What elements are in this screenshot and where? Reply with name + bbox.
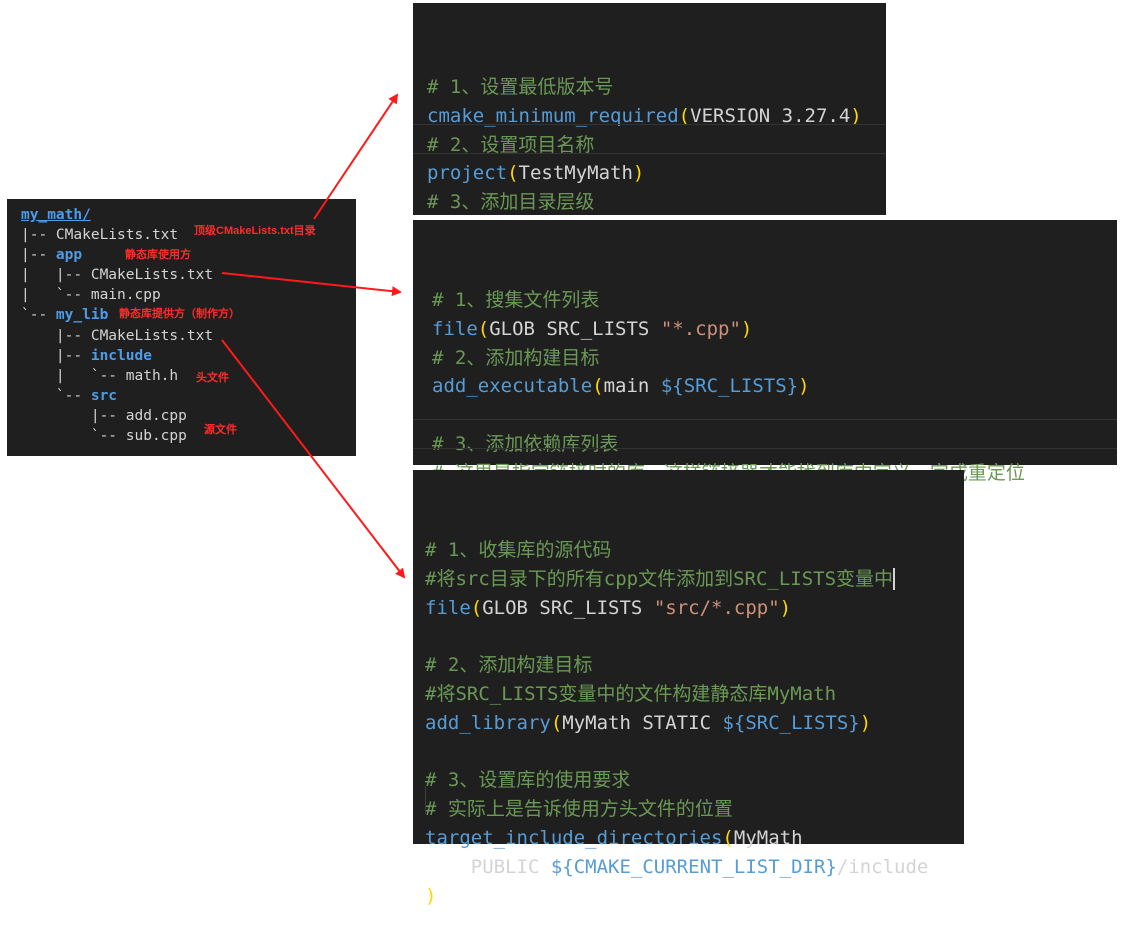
code-token: /include [836, 855, 929, 878]
arrow-to-top-cmakelists [313, 93, 399, 220]
code-line: ) [425, 882, 964, 911]
code-token: PUBLIC [425, 855, 551, 878]
arrow-to-lib-cmakelists [221, 339, 406, 579]
arrow-to-app-cmakelists [221, 272, 402, 297]
code-token: } [825, 855, 837, 878]
code-token: ${ [550, 855, 574, 878]
arrows-layer [221, 93, 406, 579]
code-identifier: CMAKE_CURRENT_LIST_DIR [573, 855, 826, 878]
code-token: ) [425, 884, 437, 907]
code-line: PUBLIC ${CMAKE_CURRENT_LIST_DIR}/include [425, 853, 964, 882]
